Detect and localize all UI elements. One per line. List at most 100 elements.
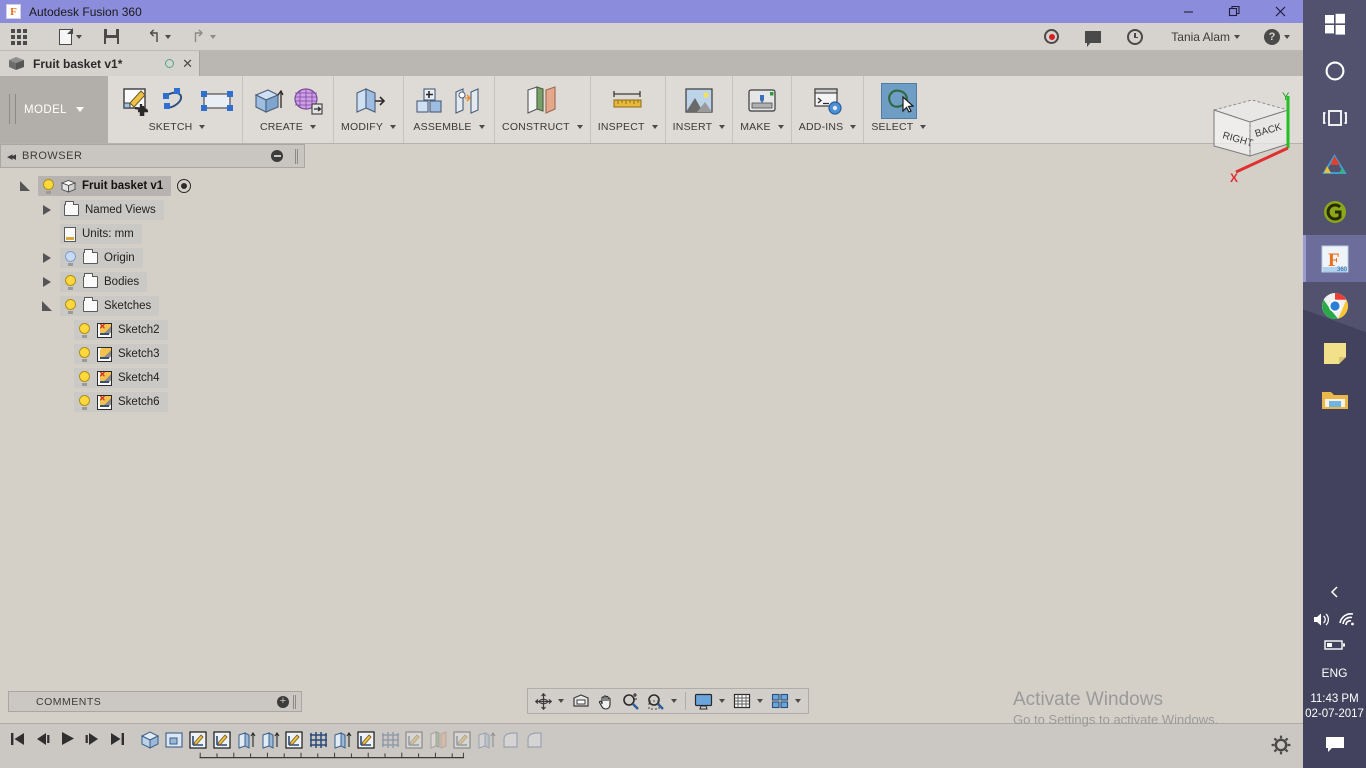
joint-button[interactable] (451, 83, 487, 119)
undo-button[interactable]: ↰ (142, 23, 176, 51)
chrome-app-button[interactable] (1303, 282, 1366, 329)
tree-item-named-views[interactable]: Named Views (0, 198, 305, 222)
timeline-feature-sketch-1[interactable] (187, 729, 209, 751)
file-menu-button[interactable] (54, 23, 87, 51)
new-component-button[interactable] (411, 83, 447, 119)
sketch-spline-button[interactable] (159, 83, 195, 119)
timeline-feature-extrude-3[interactable] (331, 729, 353, 751)
press-pull-button[interactable] (351, 83, 387, 119)
tree-item-sketch3[interactable]: Sketch3 (0, 342, 305, 366)
tree-item-sketch2[interactable]: ✕ Sketch2 (0, 318, 305, 342)
visibility-bulb-icon[interactable] (78, 394, 91, 410)
screencast-record-button[interactable] (1039, 23, 1064, 51)
look-at-button[interactable] (569, 690, 593, 712)
construct-plane-button[interactable] (524, 83, 560, 119)
timeline-feature-fillet-2[interactable] (523, 729, 545, 751)
timeline-feature-sketch-6[interactable] (451, 729, 473, 751)
autodesk-app-button[interactable] (1303, 141, 1366, 188)
expander-open-icon[interactable] (12, 181, 38, 191)
minimize-button[interactable] (1165, 0, 1211, 23)
activate-component-radio[interactable] (177, 179, 192, 193)
viewports-button[interactable] (768, 690, 804, 712)
wifi-icon[interactable] (1338, 612, 1356, 632)
add-comment-button[interactable]: + (277, 695, 289, 708)
timeline-feature-construct[interactable] (427, 729, 449, 751)
go-to-end-button[interactable] (110, 732, 125, 746)
orbit-button[interactable] (532, 690, 567, 712)
double-chevron-left-icon[interactable]: ◂◂ (7, 150, 16, 163)
timeline-feature-extrude-4[interactable] (475, 729, 497, 751)
extrude-button[interactable] (250, 83, 286, 119)
user-account-menu[interactable]: Tania Alam (1166, 23, 1245, 51)
view-cube[interactable]: RIGHT BACK Y X (1196, 88, 1304, 192)
comments-panel[interactable]: COMMENTS + (8, 691, 302, 712)
resize-grip-icon[interactable] (293, 694, 296, 709)
save-button[interactable] (99, 23, 124, 51)
form-create-button[interactable] (290, 83, 326, 119)
tree-item-sketch4[interactable]: ✕ Sketch4 (0, 366, 305, 390)
workspace-switcher[interactable]: MODEL (0, 76, 108, 143)
timeline-track[interactable] (139, 724, 545, 759)
pan-button[interactable] (595, 690, 617, 712)
play-button[interactable] (60, 731, 75, 746)
resize-grip-icon[interactable] (295, 148, 298, 164)
display-settings-button[interactable] (691, 690, 728, 712)
task-view-button[interactable] (1303, 94, 1366, 141)
help-menu-button[interactable]: ? (1259, 23, 1295, 51)
measure-button[interactable] (610, 83, 646, 119)
visibility-bulb-icon[interactable] (78, 322, 91, 338)
zoom-window-button[interactable] (644, 690, 680, 712)
go-to-beginning-button[interactable] (10, 732, 25, 746)
visibility-bulb-icon[interactable] (42, 178, 55, 194)
visibility-bulb-icon[interactable] (78, 370, 91, 386)
document-tab-fruit-basket[interactable]: Fruit basket v1* ✕ (0, 51, 200, 76)
create-sketch-button[interactable] (119, 83, 155, 119)
battery-icon[interactable] (1323, 638, 1346, 656)
visibility-bulb-icon[interactable] (64, 250, 77, 266)
timeline-feature-sketch-2[interactable] (211, 729, 233, 751)
timeline-feature-pattern[interactable] (307, 729, 329, 751)
visibility-bulb-icon[interactable] (78, 346, 91, 362)
notification-icon[interactable] (1325, 736, 1345, 758)
timeline-feature-body[interactable] (139, 729, 161, 751)
close-icon[interactable]: ✕ (182, 57, 193, 70)
show-data-panel-button[interactable] (6, 23, 32, 51)
grammarly-app-button[interactable] (1303, 188, 1366, 235)
clock-date[interactable]: 02-07-2017 (1305, 707, 1364, 722)
sticky-notes-button[interactable] (1303, 329, 1366, 376)
tree-item-bodies[interactable]: Bodies (0, 270, 305, 294)
start-button[interactable] (1303, 0, 1366, 47)
clock-time[interactable]: 11:43 PM (1310, 692, 1358, 707)
insert-image-button[interactable] (681, 83, 717, 119)
tree-item-origin[interactable]: Origin (0, 246, 305, 270)
tree-item-root[interactable]: Fruit basket v1 (0, 174, 305, 198)
chevron-left-icon[interactable] (1328, 585, 1342, 604)
visibility-bulb-icon[interactable] (64, 298, 77, 314)
step-back-button[interactable] (35, 732, 50, 746)
redo-button[interactable]: ↱ (186, 23, 220, 51)
select-tool-button[interactable] (880, 83, 917, 119)
grid-snaps-button[interactable] (730, 690, 766, 712)
expander-open-icon[interactable] (34, 301, 60, 311)
timeline-feature-extrude-2[interactable] (259, 729, 281, 751)
job-status-button[interactable] (1122, 23, 1148, 51)
file-explorer-button[interactable] (1303, 376, 1366, 423)
speaker-icon[interactable] (1313, 612, 1331, 632)
3d-print-button[interactable] (744, 83, 780, 119)
tree-item-sketch6[interactable]: ✕ Sketch6 (0, 390, 305, 414)
expander-closed-icon[interactable] (34, 253, 60, 263)
comments-button[interactable] (1080, 23, 1106, 51)
timeline-feature-pattern-2[interactable] (379, 729, 401, 751)
visibility-bulb-icon[interactable] (64, 274, 77, 290)
timeline-feature-extrude-1[interactable] (235, 729, 257, 751)
tree-item-sketches[interactable]: Sketches (0, 294, 305, 318)
timeline-feature-component[interactable] (163, 729, 185, 751)
input-language-label[interactable]: ENG (1321, 666, 1347, 680)
timeline-feature-sketch-4[interactable] (355, 729, 377, 751)
sketch-rectangle-button[interactable] (199, 83, 235, 119)
expander-closed-icon[interactable] (34, 277, 60, 287)
cortana-search-button[interactable] (1303, 47, 1366, 94)
step-forward-button[interactable] (85, 732, 100, 746)
scripts-addins-button[interactable] (810, 83, 846, 119)
minus-circle-icon[interactable] (271, 150, 283, 162)
